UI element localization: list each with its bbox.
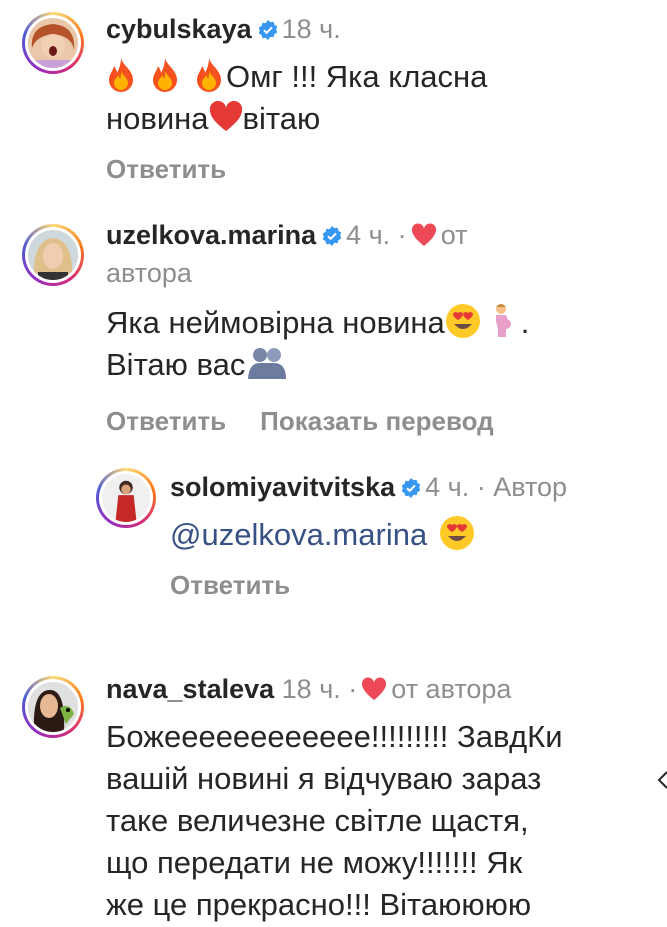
show-translation-button[interactable]: Показать перевод (260, 406, 494, 436)
avatar-uzelkova-marina[interactable] (22, 224, 84, 286)
comment-line: новина (106, 101, 209, 136)
liked-by-author-label: от автора (391, 674, 512, 704)
comment-line: вітаю (242, 101, 321, 136)
avatar-solomiyavitvitska[interactable] (96, 468, 156, 528)
heart-eyes-emoji (445, 304, 480, 338)
heart-icon (362, 677, 387, 700)
comment-text: Божееееееееееее!!!!!!!!! ЗавдКи вашій но… (106, 716, 563, 926)
reply-button[interactable]: Ответить (170, 570, 290, 600)
liked-by-author-label-cont: автора (106, 258, 192, 288)
fire-emoji (153, 58, 177, 92)
hugging-people-emoji (248, 348, 287, 379)
liked-by-author-label: от (440, 220, 468, 250)
verified-badge-icon (322, 226, 342, 246)
timestamp: 4 ч. · Автор (425, 472, 568, 502)
timestamp: 18 ч. · (281, 674, 358, 704)
comment-line: Вітаю вас (106, 347, 246, 382)
pregnant-woman-emoji (495, 304, 511, 337)
username[interactable]: cybulskaya (106, 14, 252, 44)
comment-line: Омг !!! Яка класна (226, 59, 488, 94)
heart-icon (411, 223, 436, 246)
verified-badge-icon (258, 20, 277, 40)
timestamp: 18 ч. (281, 14, 341, 44)
comment-line: що передати не можу!!!!!!! Як (106, 845, 523, 880)
timestamp: 4 ч. · (346, 220, 407, 250)
mention-link[interactable]: @uzelkova.marina (170, 517, 427, 552)
username[interactable]: uzelkova.marina (106, 220, 316, 250)
avatar-nava-staleva[interactable] (22, 676, 84, 738)
heart-eyes-emoji (440, 516, 475, 550)
verified-badge-icon (401, 478, 421, 498)
reply-button[interactable]: Ответить (106, 154, 226, 184)
username[interactable]: solomiyavitvitska (170, 472, 395, 502)
heart-emoji (209, 101, 242, 131)
comment-text: @uzelkova.marina (170, 514, 475, 556)
comment-text: Яка неймовірна новина. Вітаю вас (106, 302, 529, 386)
partial-icon (657, 771, 667, 789)
comment-line: Яка неймовірна новина (106, 305, 445, 340)
fire-emoji (197, 58, 221, 92)
comment-text: Омг !!! Яка класна новина вітаю (106, 56, 487, 140)
comment-line: Божееееееееееее!!!!!!!!! ЗавдКи (106, 719, 563, 754)
comment-line: . (520, 305, 530, 340)
reply-button[interactable]: Ответить (106, 406, 226, 436)
avatar-cybulskaya[interactable] (22, 12, 84, 74)
username[interactable]: nava_staleva (106, 674, 274, 704)
comment-line: вашій новині я відчуваю зараз (106, 761, 542, 796)
comment-line: же це прекрасно!!! Вітаюююю (106, 887, 532, 922)
fire-emoji (109, 58, 133, 92)
comment-line: таке величезне світле щастя, (106, 803, 529, 838)
